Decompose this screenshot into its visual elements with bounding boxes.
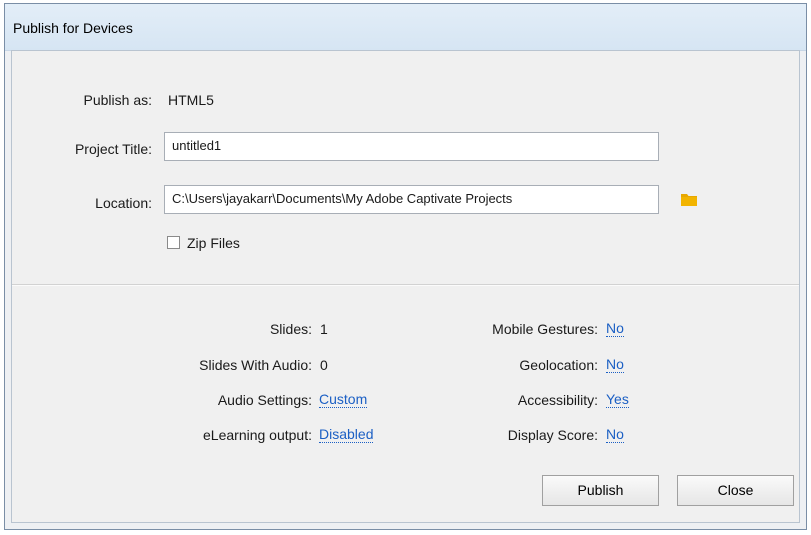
close-button[interactable]: Close: [677, 475, 794, 506]
slides-label: Slides:: [269, 321, 312, 337]
display-score-label: Display Score:: [507, 427, 598, 443]
folder-icon[interactable]: [681, 193, 697, 206]
dialog-titlebar[interactable]: Publish for Devices: [5, 4, 806, 51]
elearning-output-label: eLearning output:: [203, 427, 312, 443]
publish-as-value: HTML5: [168, 92, 214, 108]
slides-with-audio-value: 0: [320, 357, 328, 373]
publish-button[interactable]: Publish: [542, 475, 659, 506]
project-title-label: Project Title:: [74, 141, 152, 157]
display-score-link[interactable]: No: [606, 427, 624, 443]
section-divider: [12, 284, 799, 286]
geolocation-link[interactable]: No: [606, 357, 624, 373]
publish-dialog: Publish for Devices Publish as: HTML5 Pr…: [4, 3, 807, 530]
audio-settings-link[interactable]: Custom: [319, 392, 368, 408]
slides-value: 1: [320, 321, 328, 337]
accessibility-link[interactable]: Yes: [606, 392, 629, 408]
accessibility-label: Accessibility:: [517, 392, 598, 408]
elearning-output-link[interactable]: Disabled: [319, 427, 374, 443]
mobile-gestures-link[interactable]: No: [606, 321, 624, 337]
publish-as-label: Publish as:: [83, 92, 152, 108]
dialog-panel: Publish as: HTML5 Project Title: untitle…: [11, 50, 800, 523]
mobile-gestures-label: Mobile Gestures:: [492, 321, 598, 337]
zip-files-checkbox[interactable]: [167, 236, 180, 249]
project-title-input[interactable]: untitled1: [164, 132, 659, 161]
zip-files-label: Zip Files: [187, 235, 240, 251]
location-label: Location:: [95, 195, 152, 211]
dialog-title: Publish for Devices: [13, 20, 133, 36]
location-input[interactable]: C:\Users\jayakarr\Documents\My Adobe Cap…: [164, 185, 659, 214]
geolocation-label: Geolocation:: [519, 357, 598, 373]
audio-settings-label: Audio Settings:: [217, 392, 312, 408]
slides-with-audio-label: Slides With Audio:: [199, 357, 312, 373]
